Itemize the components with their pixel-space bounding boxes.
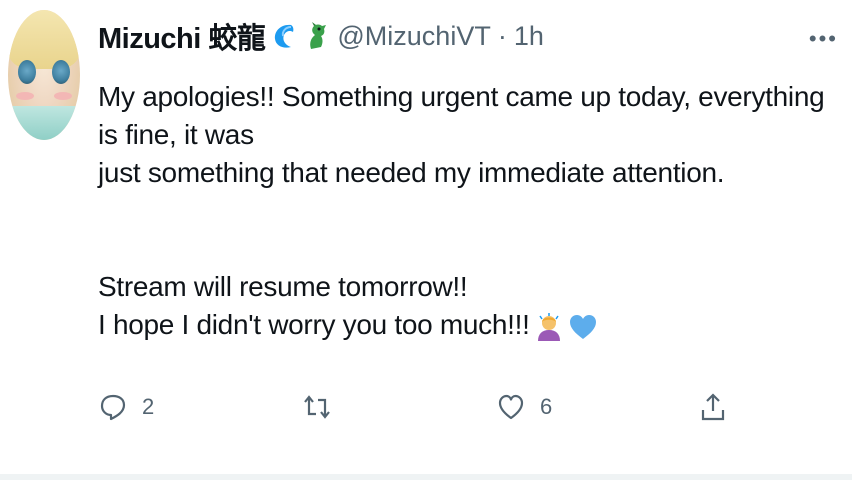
avatar-eye-left (18, 60, 36, 84)
like-count: 6 (540, 394, 553, 419)
tweet-line-with-emoji: I hope I didn't worry you too much!!! (98, 306, 838, 344)
separator-dot: · (497, 20, 507, 51)
tweet-line: Stream will resume tomorrow!! (98, 271, 468, 302)
display-name[interactable]: Mizuchi 蛟龍 (98, 15, 266, 57)
wave-icon (275, 24, 294, 48)
retweet-button[interactable] (302, 392, 346, 422)
avatar-collar (8, 106, 80, 140)
avatar-hair (8, 10, 80, 69)
retweet-icon (304, 395, 330, 419)
tweet[interactable]: Mizuchi 蛟龍 @MizuchiVT · 1h ••• My apolog… (0, 0, 852, 480)
tweet-header: Mizuchi 蛟龍 @MizuchiVT · 1h (98, 15, 544, 57)
blue-heart-emoji (569, 314, 596, 339)
tweet-text: My apologies!! Something urgent came up … (98, 78, 838, 344)
handle[interactable]: @MizuchiVT (337, 21, 490, 52)
avatar-blush-right (54, 92, 72, 100)
tweet-line: I hope I didn't worry you too much!!! (98, 309, 530, 340)
like-button[interactable]: 6 (496, 392, 552, 422)
reply-button[interactable]: 2 (98, 392, 154, 422)
tweet-line: My apologies!! Something urgent came up … (98, 81, 825, 150)
person-bowing-emoji (537, 312, 560, 341)
avatar-blush-left (16, 92, 34, 100)
share-button[interactable] (698, 392, 728, 422)
share-icon (701, 393, 725, 421)
reply-count: 2 (142, 394, 155, 419)
heart-icon (498, 394, 524, 420)
reply-icon (100, 394, 126, 421)
action-bar: 2 6 (98, 392, 738, 436)
avatar[interactable] (8, 10, 80, 140)
dragon-icon (310, 22, 327, 49)
avatar-eye-right (52, 60, 70, 84)
timestamp[interactable]: 1h (514, 21, 544, 52)
more-options-icon[interactable]: ••• (809, 26, 838, 52)
tweet-line: just something that needed my immediate … (98, 157, 725, 188)
divider (0, 474, 852, 480)
